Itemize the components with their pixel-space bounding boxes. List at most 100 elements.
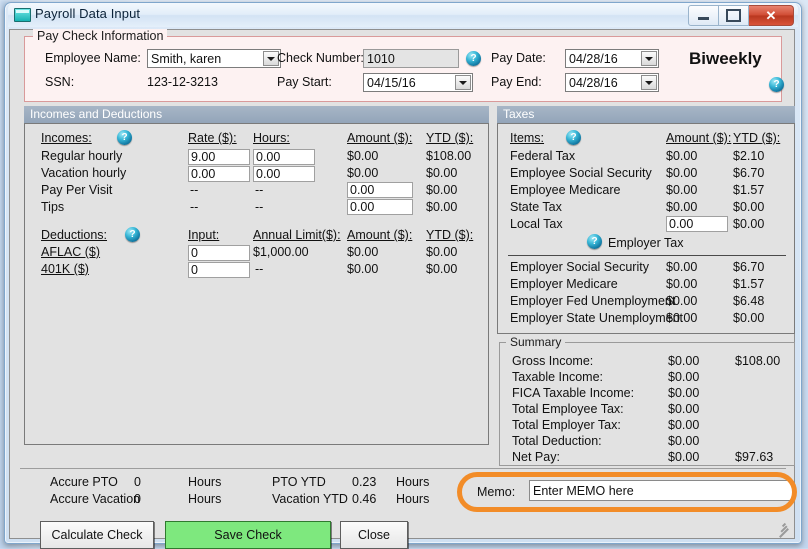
deduction-ytd-value: $0.00 xyxy=(426,262,457,276)
deductions-col-amount: Amount ($): xyxy=(347,228,412,242)
income-hours-input[interactable]: 0.00 xyxy=(253,166,315,182)
employer-tax-ytd-value: $6.70 xyxy=(733,260,764,274)
income-rate-value: 9.00 xyxy=(191,150,215,164)
summary-row-label: Taxable Income: xyxy=(512,370,603,384)
pto-ytd-value: 0.23 xyxy=(352,475,376,489)
summary-row-label: Total Employer Tax: xyxy=(512,418,621,432)
deduction-ytd-value: $0.00 xyxy=(426,245,457,259)
check-number-help-icon[interactable]: ? xyxy=(466,51,481,66)
summary-row-label: Total Employee Tax: xyxy=(512,402,624,416)
maximize-button[interactable] xyxy=(719,5,749,26)
pay-frequency-label: Biweekly xyxy=(689,49,762,69)
chevron-down-icon[interactable] xyxy=(641,51,657,66)
deductions-help-icon[interactable]: ? xyxy=(125,227,140,242)
paycheck-group-legend: Pay Check Information xyxy=(33,29,167,43)
pay-start-label: Pay Start: xyxy=(277,75,332,89)
tax-amount-value: $0.00 xyxy=(666,200,697,214)
pay-start-date-picker[interactable]: 04/15/16 xyxy=(363,73,473,92)
pay-end-date-picker[interactable]: 04/28/16 xyxy=(565,73,659,92)
bottom-separator xyxy=(20,468,786,469)
save-check-button[interactable]: Save Check xyxy=(165,521,331,549)
window-app-icon xyxy=(14,8,31,22)
tax-row-label: State Tax xyxy=(510,200,562,214)
tax-row-label: Local Tax xyxy=(510,217,563,231)
deduction-input[interactable]: 0 xyxy=(188,245,250,261)
pay-start-value: 04/15/16 xyxy=(367,76,416,90)
vacation-ytd-unit: Hours xyxy=(396,492,429,506)
summary-legend: Summary xyxy=(506,335,565,349)
income-amount-value: 0.00 xyxy=(350,183,374,197)
incomes-col-hours: Hours: xyxy=(253,131,290,145)
pay-frequency-help-icon[interactable]: ? xyxy=(769,77,784,92)
memo-highlight-annotation xyxy=(457,472,797,512)
pay-date-picker[interactable]: 04/28/16 xyxy=(565,49,659,68)
tax-amount-value: $0.00 xyxy=(666,183,697,197)
ssn-label: SSN: xyxy=(45,75,74,89)
tax-amount-value: $0.00 xyxy=(666,149,697,163)
incomes-help-icon[interactable]: ? xyxy=(117,130,132,145)
paycheck-information-group: Pay Check Information Employee Name: Smi… xyxy=(24,36,782,102)
deductions-col-input: Input: xyxy=(188,228,219,242)
incomes-col-rate: Rate ($): xyxy=(188,131,237,145)
pay-date-value: 04/28/16 xyxy=(569,52,618,66)
summary-amount-value: $0.00 xyxy=(668,386,699,400)
tax-row-label: Employee Medicare xyxy=(510,183,620,197)
pto-ytd-unit: Hours xyxy=(396,475,429,489)
window-title: Payroll Data Input xyxy=(35,6,140,21)
incomes-section-header: Incomes and Deductions xyxy=(24,106,489,123)
employer-tax-help-icon[interactable]: ? xyxy=(587,234,602,249)
income-amount-input[interactable]: 0.00 xyxy=(347,182,413,198)
accrue-pto-label: Accure PTO xyxy=(50,475,118,489)
summary-amount-value: $0.00 xyxy=(668,354,699,368)
check-number-input[interactable]: 1010 xyxy=(363,49,459,68)
income-amount-value: $0.00 xyxy=(347,166,378,180)
income-rate-input[interactable]: 9.00 xyxy=(188,149,250,165)
income-hours-value: -- xyxy=(255,200,263,214)
income-hours-input[interactable]: 0.00 xyxy=(253,149,315,165)
taxes-col-ytd: YTD ($): xyxy=(733,131,780,145)
vacation-ytd-value: 0.46 xyxy=(352,492,376,506)
resize-grip-icon[interactable] xyxy=(777,522,791,536)
income-row-label: Vacation hourly xyxy=(41,166,126,180)
deduction-amount-value: $0.00 xyxy=(347,262,378,276)
calculate-check-button[interactable]: Calculate Check xyxy=(40,521,154,549)
tax-ytd-value: $2.10 xyxy=(733,149,764,163)
close-button-bottom[interactable]: Close xyxy=(340,521,408,549)
incomes-header-label: Incomes: xyxy=(41,131,92,145)
income-amount-value: $0.00 xyxy=(347,149,378,163)
deduction-row-link[interactable]: AFLAC ($) xyxy=(41,245,100,259)
income-rate-value: -- xyxy=(190,183,198,197)
incomes-col-amount: Amount ($): xyxy=(347,131,412,145)
deduction-limit-value: $1,000.00 xyxy=(253,245,309,259)
close-button[interactable]: ✕ xyxy=(749,5,794,26)
summary-ytd-value: $108.00 xyxy=(735,354,780,368)
taxes-help-icon[interactable]: ? xyxy=(566,130,581,145)
check-number-label: Check Number: xyxy=(277,51,364,65)
local-tax-input[interactable]: 0.00 xyxy=(666,216,728,232)
employee-name-select[interactable]: Smith, karen xyxy=(147,49,281,68)
employer-tax-amount-value: $0.00 xyxy=(666,260,697,274)
income-rate-value: -- xyxy=(190,200,198,214)
title-bar: Payroll Data Input ✕ xyxy=(8,3,798,27)
chevron-down-icon[interactable] xyxy=(455,75,471,90)
income-rate-input[interactable]: 0.00 xyxy=(188,166,250,182)
minimize-button[interactable] xyxy=(688,5,719,26)
income-hours-value: -- xyxy=(255,183,263,197)
employer-tax-divider-label: Employer Tax xyxy=(608,236,684,250)
income-row-label: Regular hourly xyxy=(41,149,122,163)
tax-row-label: Federal Tax xyxy=(510,149,575,163)
minimize-icon xyxy=(698,17,709,20)
deductions-col-ytd: YTD ($): xyxy=(426,228,473,242)
income-amount-input[interactable]: 0.00 xyxy=(347,199,413,215)
summary-ytd-value: $97.63 xyxy=(735,450,773,464)
deduction-row-link[interactable]: 401K ($) xyxy=(41,262,89,276)
incomes-panel: Incomes: ? Rate ($): Hours: Amount ($): … xyxy=(24,123,489,445)
income-ytd-value: $108.00 xyxy=(426,149,471,163)
payroll-window: Payroll Data Input ✕ Pay Check Informati… xyxy=(4,2,802,544)
chevron-down-icon[interactable] xyxy=(641,75,657,90)
deduction-limit-value: -- xyxy=(255,262,263,276)
employer-tax-amount-value: $0.00 xyxy=(666,277,697,291)
deduction-input[interactable]: 0 xyxy=(188,262,250,278)
summary-amount-value: $0.00 xyxy=(668,402,699,416)
summary-amount-value: $0.00 xyxy=(668,450,699,464)
